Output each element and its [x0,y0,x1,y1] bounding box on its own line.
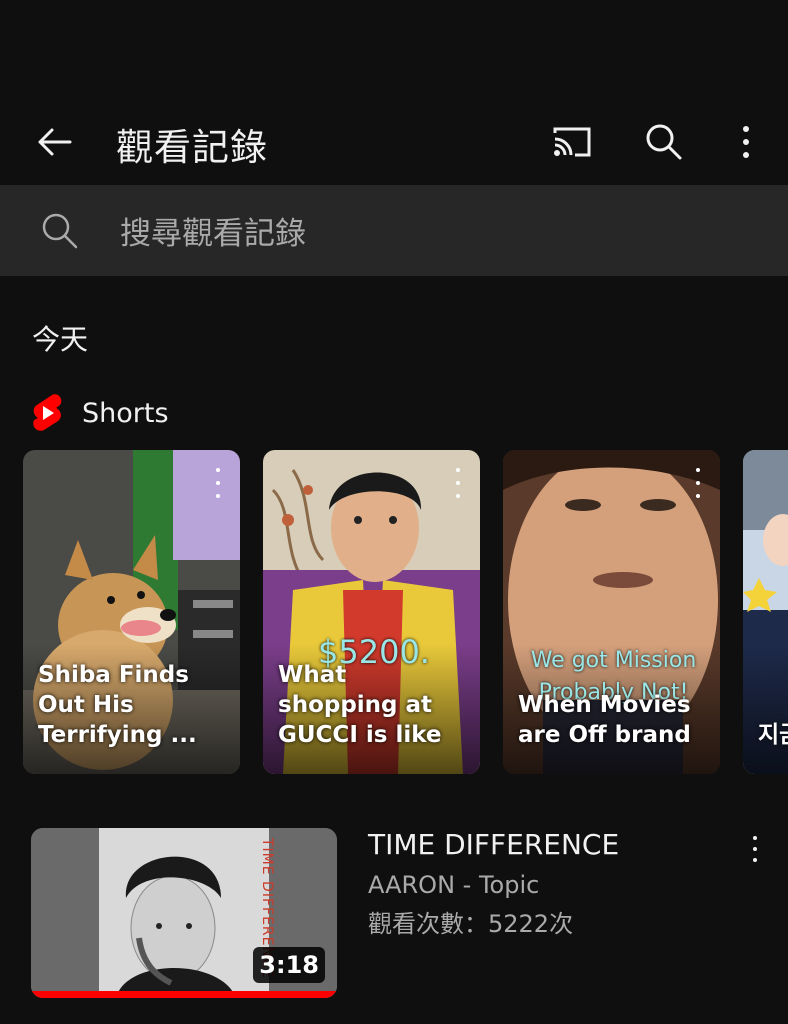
shorts-shelf-header: Shorts [30,392,169,434]
search-icon [646,124,682,160]
view-count: 觀看次數：5222次 [368,910,574,938]
more-options-button[interactable] [722,120,770,164]
duration-badge: 3:18 [253,947,325,983]
short-caption: What shopping at GUCCI is like [278,662,442,748]
video-thumbnail[interactable]: TIME DIFFERENCE 3:18 [31,828,337,998]
search-button[interactable] [640,120,688,164]
watched-progress-bar [31,991,337,998]
section-header-today: 今天 [32,323,89,356]
more-vert-icon[interactable] [740,832,770,866]
back-button[interactable] [30,120,78,164]
shorts-shelf: Shiba Finds Out His Terrifying ... $5200… [0,450,788,776]
history-video-item[interactable]: TIME DIFFERENCE 3:18 TIME DIFFERENCE AAR… [0,828,788,1000]
cast-icon [553,127,591,157]
more-vert-icon [743,126,749,158]
short-card[interactable]: $5200. What shopping at GUCCI is like [263,450,480,774]
search-history-bar[interactable]: 搜尋觀看記錄 [0,185,788,276]
search-history-input[interactable]: 搜尋觀看記錄 [120,208,306,253]
caption-gradient [743,644,788,774]
shorts-label: Shorts [82,397,169,429]
short-caption: When Movies are Off brand [518,692,691,748]
top-app-bar: 觀看記錄 [0,100,788,184]
cast-button[interactable] [548,120,596,164]
short-card[interactable]: We got Mission Probably Not! When Movies… [503,450,720,774]
short-caption: Shiba Finds Out His Terrifying ... [38,662,197,748]
short-card[interactable]: 지금 어요 [743,450,788,774]
short-card[interactable]: Shiba Finds Out His Terrifying ... [23,450,240,774]
page-title: 觀看記錄 [116,126,268,169]
search-icon [42,213,78,249]
video-title[interactable]: TIME DIFFERENCE [368,828,619,861]
short-caption: 지금 어요 [758,722,788,748]
channel-name: AARON - Topic [368,871,540,899]
shorts-logo-icon [33,394,62,431]
more-vert-icon[interactable] [688,468,708,498]
more-vert-icon[interactable] [208,468,228,498]
back-arrow-icon [38,128,72,156]
more-vert-icon[interactable] [448,468,468,498]
